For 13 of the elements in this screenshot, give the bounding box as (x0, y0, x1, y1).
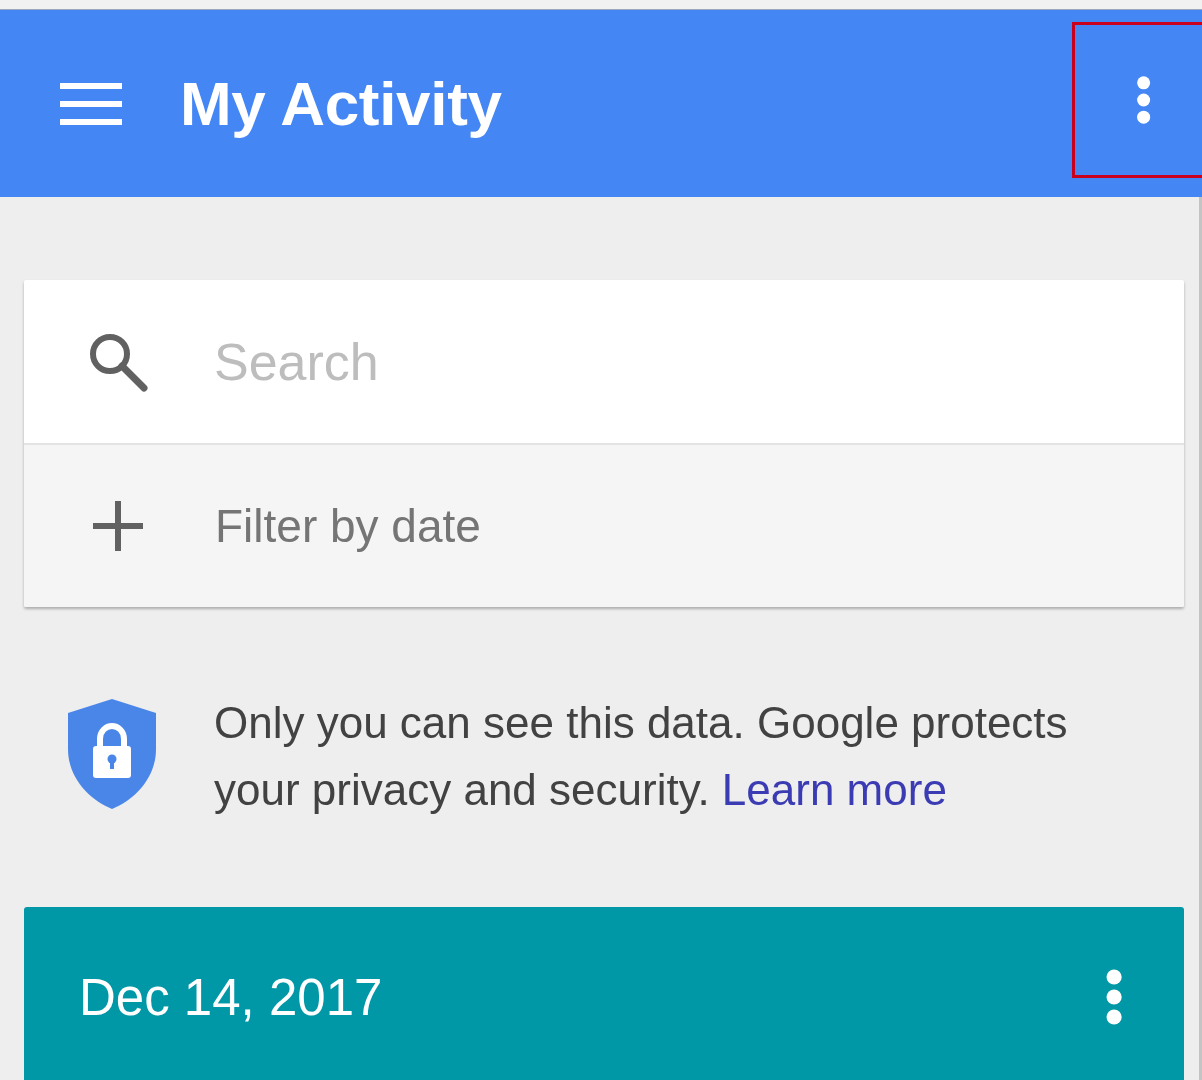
plus-icon (93, 501, 143, 551)
app-title: My Activity (180, 68, 502, 139)
menu-icon (60, 82, 122, 125)
menu-button[interactable] (60, 82, 122, 125)
shield-lock-icon (66, 697, 158, 811)
more-options-button[interactable] (1134, 76, 1153, 124)
search-field[interactable]: Search (214, 327, 814, 396)
privacy-notice-text: Only you can see this data. Google protects your privacy and security. Learn more (214, 697, 1069, 816)
learn-more-link[interactable]: Learn more (721, 765, 947, 814)
search-icon (88, 331, 148, 392)
date-heading: Dec 14, 2017 (79, 967, 383, 1027)
filter-by-date-button[interactable]: Filter by date (24, 443, 1184, 607)
more-vert-icon (1134, 76, 1153, 124)
